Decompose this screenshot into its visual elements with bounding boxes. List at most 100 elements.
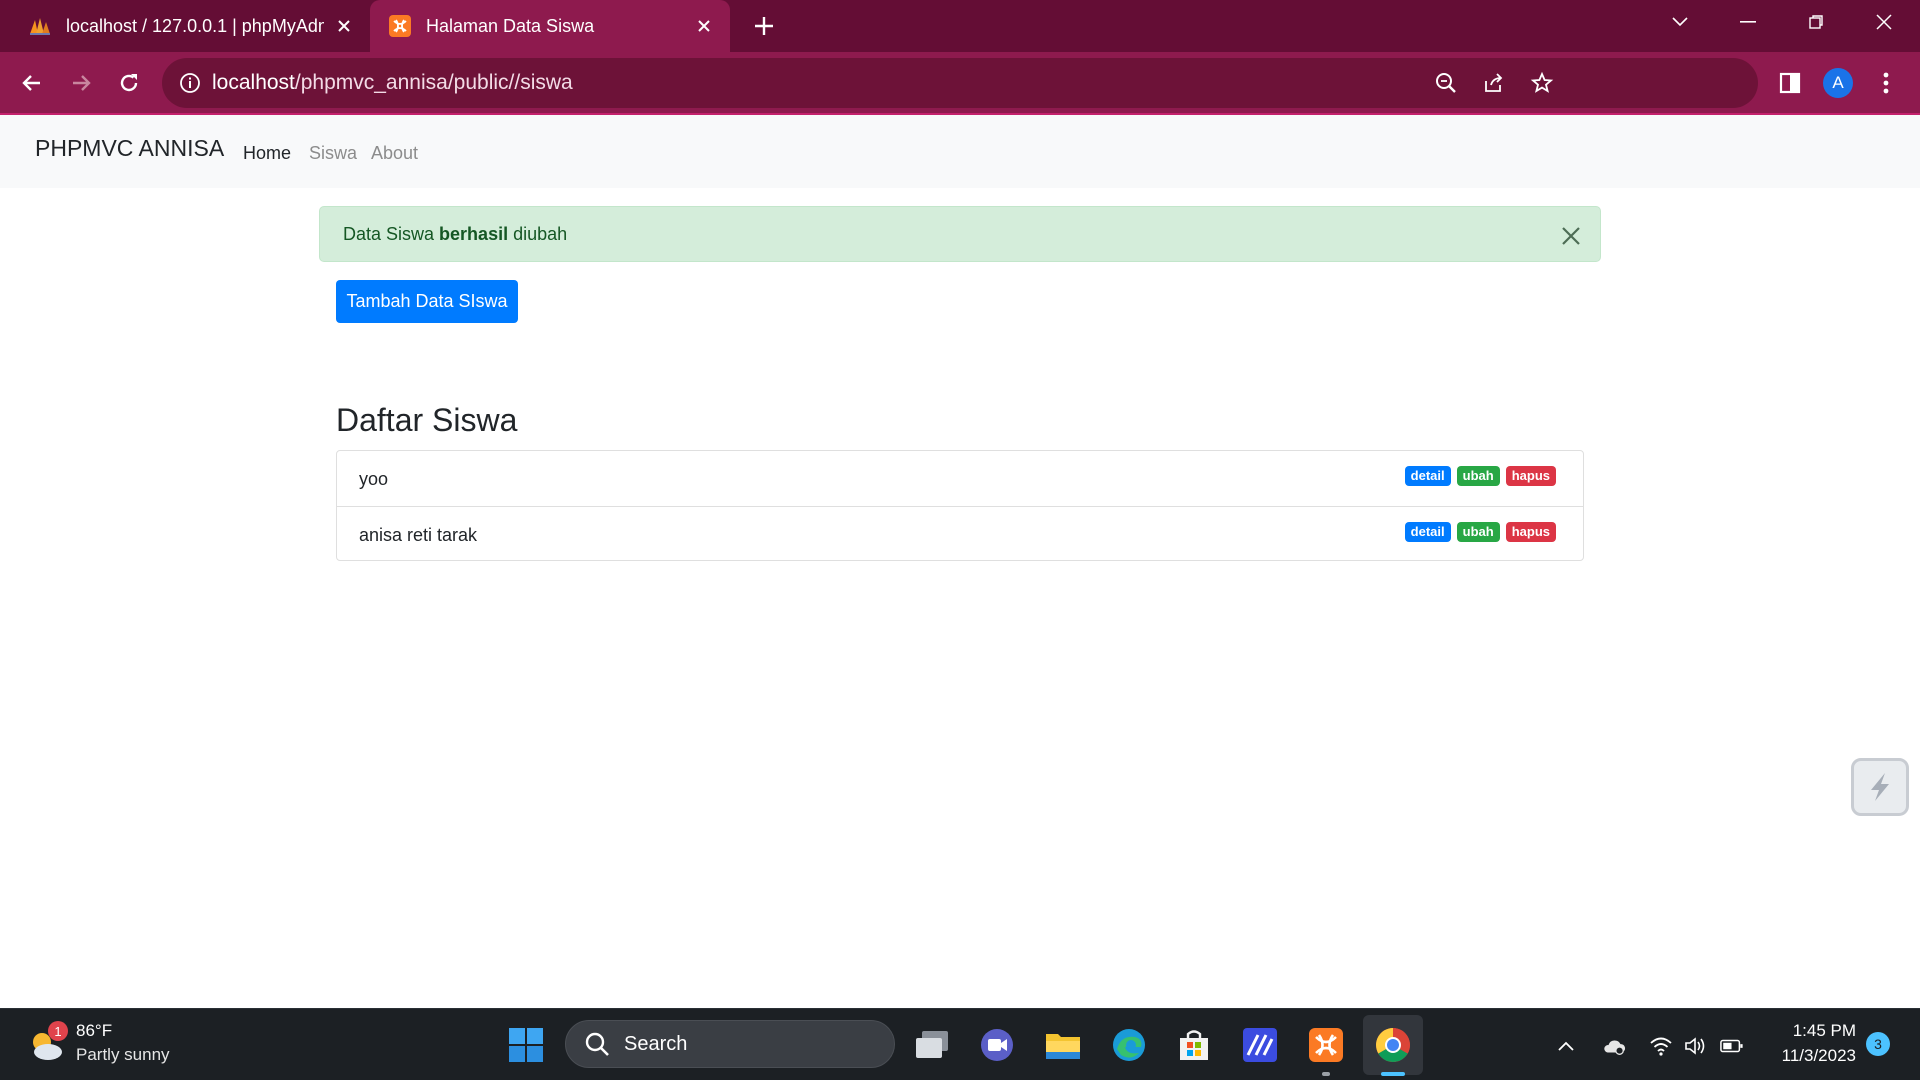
page-title: Daftar Siswa [336,402,518,438]
arrow-right-icon [73,75,91,91]
onedrive-tray[interactable] [1602,1034,1626,1058]
restore-button[interactable] [1786,0,1846,44]
avatar: A [1823,68,1853,98]
tab-title: Halaman Data Siswa [426,15,595,36]
arrow-left-icon [22,75,40,91]
start-button[interactable] [506,1025,546,1065]
restore-icon [1809,15,1823,29]
weather-description[interactable]: Partly sunny [76,1045,170,1065]
alert-message: Data Siswa berhasil diubah [343,224,567,245]
side-panel-icon [1779,72,1801,94]
close-alert-icon[interactable] [1560,225,1582,247]
minimize-icon [1740,21,1756,23]
chat-icon [981,1029,1013,1061]
browser-toolbar: localhost/phpmvc_annisa/public//siswa A [0,52,1920,114]
zoom-icon[interactable] [1434,71,1458,95]
file-explorer-button[interactable] [1043,1025,1083,1065]
weather-temperature[interactable]: 86°F [76,1021,112,1041]
reload-icon [120,74,138,92]
task-view-icon [916,1031,948,1058]
success-alert: Data Siswa berhasil diubah [319,206,1601,262]
microsoft-store-button[interactable] [1174,1025,1214,1065]
alert-text: diubah [508,224,568,244]
row-actions: detail ubah hapus [1404,466,1556,486]
alert-strong: berhasil [439,224,509,244]
list-item: anisa reti tarak detail ubah hapus [337,506,1583,561]
active-indicator [1381,1072,1405,1076]
chrome-button[interactable] [1373,1025,1413,1065]
tab-phpmyadmin[interactable]: localhost / 127.0.0.1 | phpMyAdmin [0,0,370,52]
nav-link-siswa[interactable]: Siswa [309,143,357,164]
delete-button[interactable]: hapus [1505,522,1556,542]
list-item: yoo detail ubah hapus [337,451,1583,506]
reload-button[interactable] [113,67,145,99]
xampp-button[interactable] [1306,1025,1346,1065]
edge-button[interactable] [1109,1025,1149,1065]
new-tab-button[interactable] [750,12,778,40]
browser-tabstrip: localhost / 127.0.0.1 | phpMyAdmin Halam… [0,0,1920,52]
lightning-icon [1871,773,1889,801]
detail-button[interactable]: detail [1404,466,1451,486]
floating-extension-button[interactable] [1851,758,1909,816]
wifi-icon [1650,1037,1672,1056]
close-tab-icon[interactable] [692,14,716,38]
tab-search-button[interactable] [1650,0,1710,44]
minimize-button[interactable] [1718,0,1778,44]
clock-date[interactable]: 11/3/2023 [1782,1046,1856,1066]
close-window-button[interactable] [1854,0,1914,44]
weather-badge: 1 [48,1021,68,1041]
share-icon[interactable] [1482,71,1506,95]
teams-chat-button[interactable] [977,1025,1017,1065]
clock-time[interactable]: 1:45 PM [1793,1021,1856,1041]
edge-icon [1113,1029,1145,1061]
show-hidden-icons-button[interactable] [1554,1034,1578,1058]
phpmyadmin-icon [30,18,50,35]
profile-avatar[interactable]: A [1822,67,1854,99]
nav-link-home[interactable]: Home [243,143,291,164]
running-indicator [1322,1072,1330,1076]
url-text: localhost/phpmvc_annisa/public//siswa [212,71,573,95]
url-host: localhost [212,71,295,94]
battery-tray[interactable] [1720,1034,1744,1058]
tab-halaman-data-siswa[interactable]: Halaman Data Siswa [370,0,730,52]
delete-button[interactable]: hapus [1505,466,1556,486]
store-icon [1180,1030,1208,1060]
detail-button[interactable]: detail [1404,522,1451,542]
browser-menu-button[interactable] [1870,67,1902,99]
xampp-icon [1309,1028,1343,1062]
edit-button[interactable]: ubah [1456,466,1500,486]
chevron-up-icon [1558,1041,1574,1051]
close-tab-icon[interactable] [332,14,356,38]
volume-tray[interactable] [1684,1034,1708,1058]
vscode-like-button[interactable] [1240,1025,1280,1065]
back-button[interactable] [16,67,48,99]
site-navbar: PHPMVC ANNISA Home Siswa About [0,115,1920,188]
folder-icon [1046,1034,1080,1059]
more-vertical-icon [1883,72,1889,94]
side-panel-button[interactable] [1774,67,1806,99]
navbar-brand[interactable]: PHPMVC ANNISA [35,135,224,162]
notification-badge[interactable]: 3 [1866,1032,1890,1056]
tab-title: localhost / 127.0.0.1 | phpMyAdmin [66,15,324,36]
nav-link-about[interactable]: About [371,143,418,164]
windows-logo-icon [509,1028,543,1062]
search-icon [585,1032,609,1056]
student-name: yoo [359,469,389,489]
address-bar[interactable]: localhost/phpmvc_annisa/public//siswa [162,58,1758,108]
url-path: /phpmvc_annisa/public//siswa [294,71,573,94]
task-view-button[interactable] [912,1025,952,1065]
add-student-button[interactable]: Tambah Data SIswa [336,280,518,323]
bookmark-star-icon[interactable] [1530,71,1554,95]
forward-button[interactable] [65,67,97,99]
speaker-icon [1685,1037,1705,1055]
edit-button[interactable]: ubah [1456,522,1500,542]
row-actions: detail ubah hapus [1404,522,1556,542]
xampp-icon [389,15,411,37]
taskbar-search[interactable]: Search [565,1020,895,1068]
alert-text: Data Siswa [343,224,440,244]
close-icon [1876,14,1892,30]
chevron-down-icon [1672,17,1688,27]
student-list: yoo detail ubah hapus anisa reti tarak d… [336,450,1584,561]
wifi-tray[interactable] [1649,1034,1673,1058]
info-icon[interactable] [178,71,202,95]
